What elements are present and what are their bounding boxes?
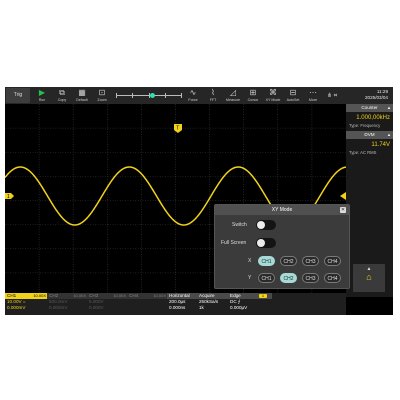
force-button[interactable]: ∿ Force: [183, 87, 203, 104]
default-icon: ▦: [78, 88, 86, 97]
switch-label: Switch: [232, 222, 247, 228]
memory-timeline[interactable]: [116, 92, 182, 99]
fft-icon: ⌇: [211, 88, 215, 97]
ch1-offset: 0.000mV: [7, 305, 26, 310]
y-channel-ch4[interactable]: CH4: [324, 273, 341, 283]
horizontal-offset: 0.000ns: [169, 305, 186, 310]
x-channel-ch4[interactable]: CH4: [324, 256, 341, 266]
y-channel-label: Y: [248, 275, 252, 281]
ch4-settings[interactable]: CH4 10.00X: [127, 293, 167, 315]
status-icons: ⋔ ⌗: [327, 92, 337, 100]
x-channel-label: X: [248, 258, 252, 264]
trigger-position-marker[interactable]: T: [174, 124, 182, 133]
fullscreen-label: Full Screen: [221, 240, 247, 246]
dvm-value: 11.74V: [371, 142, 390, 148]
horizontal-settings[interactable]: Horizontal 200.0µs 0.000ns: [167, 293, 197, 315]
xy-mode-button[interactable]: ⌘ XY Mode: [263, 87, 283, 104]
chevron-up-icon: ▲: [387, 132, 391, 137]
channel-strip: CH1 10.00X 10.00V = 0.000mV CH2 10.00X 500…: [5, 293, 346, 315]
autoset-button[interactable]: ⊟ AutoSet: [283, 87, 303, 104]
measure-button[interactable]: ◿ Measure: [223, 87, 243, 104]
dvm-header[interactable]: DVM ▲: [346, 131, 393, 139]
trig-button[interactable]: Trig: [6, 88, 30, 103]
default-button[interactable]: ▦ Default: [72, 87, 92, 104]
ch3-settings[interactable]: CH3 10.00X 5.000V 0.000V: [87, 293, 127, 315]
y-channel-ch1[interactable]: CH1: [258, 273, 275, 283]
timeline-position-marker[interactable]: [150, 93, 155, 98]
counter-header[interactable]: Counter ▲: [346, 104, 393, 112]
y-channel-ch3[interactable]: CH3: [302, 273, 319, 283]
more-icon: ⋯: [309, 88, 317, 97]
memory-depth: 1k: [199, 305, 204, 310]
force-icon: ∿: [189, 88, 197, 97]
trigger-level: 0.000µV: [230, 305, 248, 310]
copy-icon: ⧉: [59, 88, 65, 97]
chevron-up-icon: ▲: [387, 105, 391, 110]
oscilloscope-screen: Trig ▶ Run ⧉ Copy ▦ Default ⊡ Zoom ∿ For…: [5, 87, 393, 315]
counter-value: 1.000,00kHz: [356, 115, 390, 121]
measure-icon: ◿: [229, 88, 237, 97]
trigger-source-badge: 1: [259, 294, 267, 298]
play-icon: ▶: [38, 88, 46, 97]
home-button[interactable]: ▲ ⌂: [353, 264, 385, 292]
home-icon: ⌂: [366, 272, 372, 282]
dialog-title-bar: XY Mode ✕: [215, 205, 349, 215]
zoom-icon: ⊡: [98, 88, 106, 97]
ch1-settings[interactable]: CH1 10.00X 10.00V = 0.000mV: [5, 293, 47, 315]
dialog-title: XY Mode: [271, 207, 293, 213]
ch1-coupling: =: [22, 299, 26, 304]
fft-button[interactable]: ⌇ FFT: [203, 87, 223, 104]
clock-date: 2025/03/04: [365, 94, 388, 100]
trigger-settings[interactable]: Edge 1 DC ⨍ 0.000µV: [228, 293, 272, 315]
network-icon: ⌗: [333, 93, 338, 99]
measurement-panel: Counter ▲ 1.000,00kHz Type: Frequency DV…: [346, 104, 393, 297]
zoom-button[interactable]: ⊡ Zoom: [92, 87, 112, 104]
xy-mode-icon: ⌘: [269, 88, 277, 97]
xy-mode-dialog: XY Mode ✕ Switch Full Screen X CH1 CH2 C…: [214, 204, 350, 289]
y-channel-ch2[interactable]: CH2: [280, 273, 297, 283]
ch1-scale: 10.00V: [7, 299, 22, 304]
ch1-probe-level: 10.00X: [33, 293, 46, 298]
x-channel-ch3[interactable]: CH3: [302, 256, 319, 266]
xy-switch-toggle[interactable]: [256, 220, 276, 230]
top-toolbar: Trig ▶ Run ⧉ Copy ▦ Default ⊡ Zoom ∿ For…: [5, 87, 393, 104]
dvm-type: Type: AC RMS: [349, 150, 377, 155]
counter-type: Type: Frequency: [349, 123, 381, 128]
more-button[interactable]: ⋯ More: [303, 87, 323, 104]
close-icon[interactable]: ✕: [340, 207, 346, 213]
cursor-button[interactable]: ⊞ Cursor: [243, 87, 263, 104]
svg-text:T: T: [176, 126, 179, 132]
ch1-offset-label: 1: [7, 194, 10, 200]
run-button[interactable]: ▶ Run: [32, 87, 52, 104]
clock: 11:29 2025/03/04: [365, 89, 388, 100]
cursor-icon: ⊞: [249, 88, 257, 97]
acquire-settings[interactable]: Acquire 250kSa/s 1k: [197, 293, 228, 315]
x-channel-ch1[interactable]: CH1: [258, 256, 275, 266]
fullscreen-toggle[interactable]: [256, 238, 276, 248]
wifi-icon: ⋔: [327, 93, 333, 99]
copy-button[interactable]: ⧉ Copy: [52, 87, 72, 104]
autoset-icon: ⊟: [289, 88, 297, 97]
x-channel-ch2[interactable]: CH2: [280, 256, 297, 266]
ch2-settings[interactable]: CH2 10.00X 500.0mV 0.000mV: [47, 293, 87, 315]
